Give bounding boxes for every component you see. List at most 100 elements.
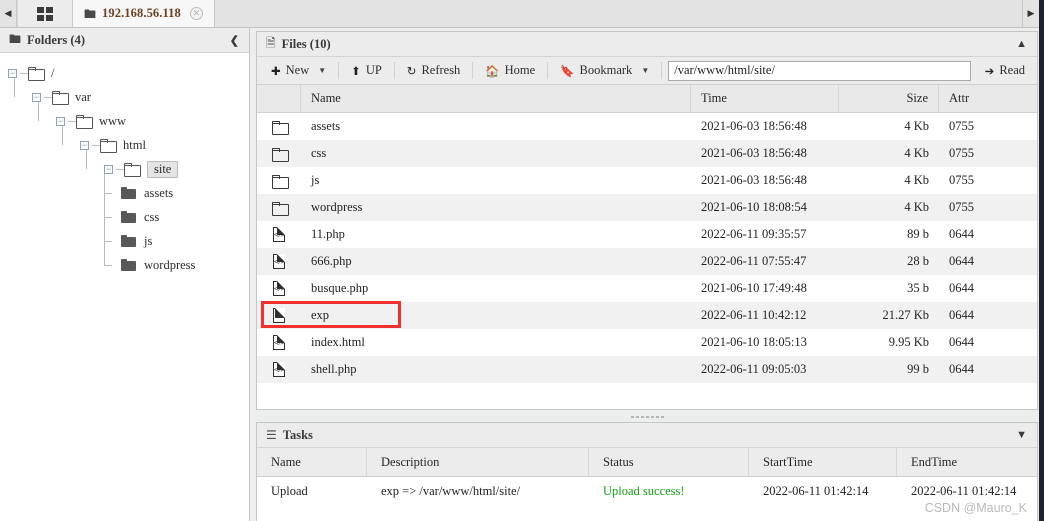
column-header-name[interactable]: Name	[301, 85, 691, 112]
file-size: 35 b	[907, 281, 929, 295]
file-size: 28 b	[907, 254, 929, 268]
chevron-left-icon[interactable]: ❮	[228, 34, 241, 47]
close-icon[interactable]: ✕	[189, 7, 203, 20]
tree-item-assets[interactable]: assets	[0, 181, 249, 205]
expander-minus-icon[interactable]: −	[32, 92, 41, 102]
circle-plus-icon: ✚	[271, 65, 281, 78]
app-window: ◀ 🖿 192.168.56.118 ✕ ▶ 🖿 Folders (4) ❮ −…	[0, 0, 1044, 521]
code-file-icon: </>	[273, 361, 286, 377]
table-row[interactable]: </> index.html 2021-06-10 18:05:13 9.95 …	[257, 329, 1037, 356]
home-button[interactable]: 🏠 Home	[475, 60, 545, 82]
tab-bar: ◀ 🖿 192.168.56.118 ✕ ▶	[0, 0, 1039, 28]
file-time: 2021-06-03 18:56:48	[701, 119, 807, 133]
task-name: Upload	[271, 483, 308, 498]
file-size: 4 Kb	[904, 119, 929, 133]
document-icon	[273, 307, 286, 323]
task-end-time: 2022-06-11 01:42:14	[911, 483, 1017, 498]
panel-splitter[interactable]	[256, 412, 1038, 422]
task-row[interactable]: Upload exp => /var/www/html/site/ Upload…	[257, 477, 1037, 505]
column-header-starttime[interactable]: StartTime	[749, 448, 897, 476]
tab-scroll-left-button[interactable]: ◀	[0, 0, 17, 27]
folders-panel-title: Folders (4)	[27, 32, 85, 47]
tree-item-css[interactable]: css	[0, 205, 249, 229]
table-row[interactable]: </> shell.php 2022-06-11 09:05:03 99 b 0…	[257, 356, 1037, 383]
table-row[interactable]: js 2021-06-03 18:56:48 4 Kb 0755	[257, 167, 1037, 194]
refresh-icon: ↻	[406, 65, 417, 78]
toolbar-divider	[661, 62, 663, 79]
table-row-exp[interactable]: exp 2022-06-11 10:42:12 21.27 Kb 0644	[257, 301, 1037, 329]
table-row[interactable]: assets 2021-06-03 18:56:48 4 Kb 0755	[257, 113, 1037, 140]
expander-minus-icon[interactable]: −	[80, 140, 89, 150]
file-size: 21.27 Kb	[882, 308, 929, 322]
tab-session-192-168-56-118[interactable]: 🖿 192.168.56.118 ✕	[73, 0, 215, 27]
up-button-label: UP	[365, 63, 382, 77]
bookmark-button[interactable]: 🔖 Bookmark ▼	[550, 60, 659, 82]
column-header-status[interactable]: Status	[589, 448, 749, 476]
expander-minus-icon[interactable]: −	[56, 116, 65, 126]
chevron-down-icon[interactable]: ▼	[1014, 429, 1029, 441]
files-panel: 🗎 Files (10) ▲ ✚ New ▼ ⬆ UP ↻ Refresh 🏠 …	[256, 31, 1038, 410]
table-row[interactable]: </> 11.php 2022-06-11 09:35:57 89 b 0644	[257, 221, 1037, 248]
file-attr: 0644	[949, 281, 974, 295]
code-file-icon: </>	[273, 280, 286, 296]
tree-item-label: site	[147, 160, 179, 178]
tasks-panel-header: ☰ Tasks ▼	[257, 423, 1037, 448]
caret-down-icon[interactable]: ▼	[318, 66, 326, 75]
code-file-icon: </>	[273, 226, 286, 242]
refresh-button-label: Refresh	[421, 63, 461, 77]
column-header-description[interactable]: Description	[367, 448, 589, 476]
column-header-time[interactable]: Time	[691, 85, 839, 112]
caret-down-icon[interactable]: ▼	[641, 66, 649, 75]
home-icon: 🏠	[485, 65, 500, 78]
tasks-icon: ☰	[266, 427, 277, 442]
folder-solid-icon	[121, 235, 136, 247]
file-name: exp	[311, 308, 330, 322]
table-row[interactable]: </> busque.php 2021-06-10 17:49:48 35 b …	[257, 275, 1037, 302]
read-button[interactable]: ➔ Read	[975, 60, 1033, 82]
file-name: js	[311, 173, 320, 187]
file-attr: 0644	[949, 362, 974, 376]
files-table: Name Time Size Attr assets 2021-06-03 18…	[257, 85, 1037, 409]
code-file-icon: </>	[273, 334, 286, 350]
file-attr: 0644	[949, 308, 974, 322]
file-attr: 0755	[949, 200, 974, 214]
folder-icon	[271, 120, 289, 135]
expander-minus-icon[interactable]: −	[104, 164, 113, 174]
toolbar-divider	[472, 62, 474, 79]
tree-item-wordpress[interactable]: wordpress	[0, 253, 249, 277]
refresh-button[interactable]: ↻ Refresh	[397, 60, 471, 82]
folder-icon: 🖿	[84, 6, 97, 21]
tree-item-site[interactable]: − site	[0, 157, 249, 181]
tree-item-var[interactable]: − var	[0, 85, 249, 109]
tab-bar-empty-area	[215, 0, 1039, 27]
new-button[interactable]: ✚ New ▼	[261, 60, 336, 82]
tab-scroll-right-button[interactable]: ▶	[1022, 0, 1039, 27]
tree-item-html[interactable]: − html	[0, 133, 249, 157]
up-button[interactable]: ⬆ UP	[341, 60, 392, 82]
file-size: 4 Kb	[904, 173, 929, 187]
tree-item-label: var	[75, 89, 91, 104]
toolbar-divider	[393, 62, 395, 79]
column-header-attr[interactable]: Attr	[939, 85, 1037, 112]
column-header-icon[interactable]	[257, 85, 301, 112]
file-attr: 0755	[949, 173, 974, 187]
table-row[interactable]: </> 666.php 2022-06-11 07:55:47 28 b 064…	[257, 248, 1037, 275]
tree-item-js[interactable]: js	[0, 229, 249, 253]
column-header-size[interactable]: Size	[839, 85, 939, 112]
chevron-up-icon[interactable]: ▲	[1014, 38, 1029, 50]
table-row[interactable]: wordpress 2021-06-10 18:08:54 4 Kb 0755	[257, 194, 1037, 221]
column-header-endtime[interactable]: EndTime	[897, 448, 1037, 476]
column-header-name[interactable]: Name	[257, 448, 367, 476]
tree-item-root[interactable]: − /	[0, 61, 249, 85]
file-time: 2022-06-11 07:55:47	[701, 254, 807, 268]
expander-minus-icon[interactable]: −	[8, 68, 17, 78]
task-start-time: 2022-06-11 01:42:14	[763, 483, 869, 498]
tree-item-www[interactable]: − www	[0, 109, 249, 133]
table-row[interactable]: css 2021-06-03 18:56:48 4 Kb 0755	[257, 140, 1037, 167]
file-time: 2021-06-03 18:56:48	[701, 173, 807, 187]
files-toolbar: ✚ New ▼ ⬆ UP ↻ Refresh 🏠 Home 🔖 Bookmark…	[257, 57, 1037, 85]
new-button-label: New	[285, 63, 310, 77]
file-size: 89 b	[907, 227, 929, 241]
tab-overview-button[interactable]	[17, 0, 73, 27]
path-input[interactable]	[668, 60, 971, 81]
